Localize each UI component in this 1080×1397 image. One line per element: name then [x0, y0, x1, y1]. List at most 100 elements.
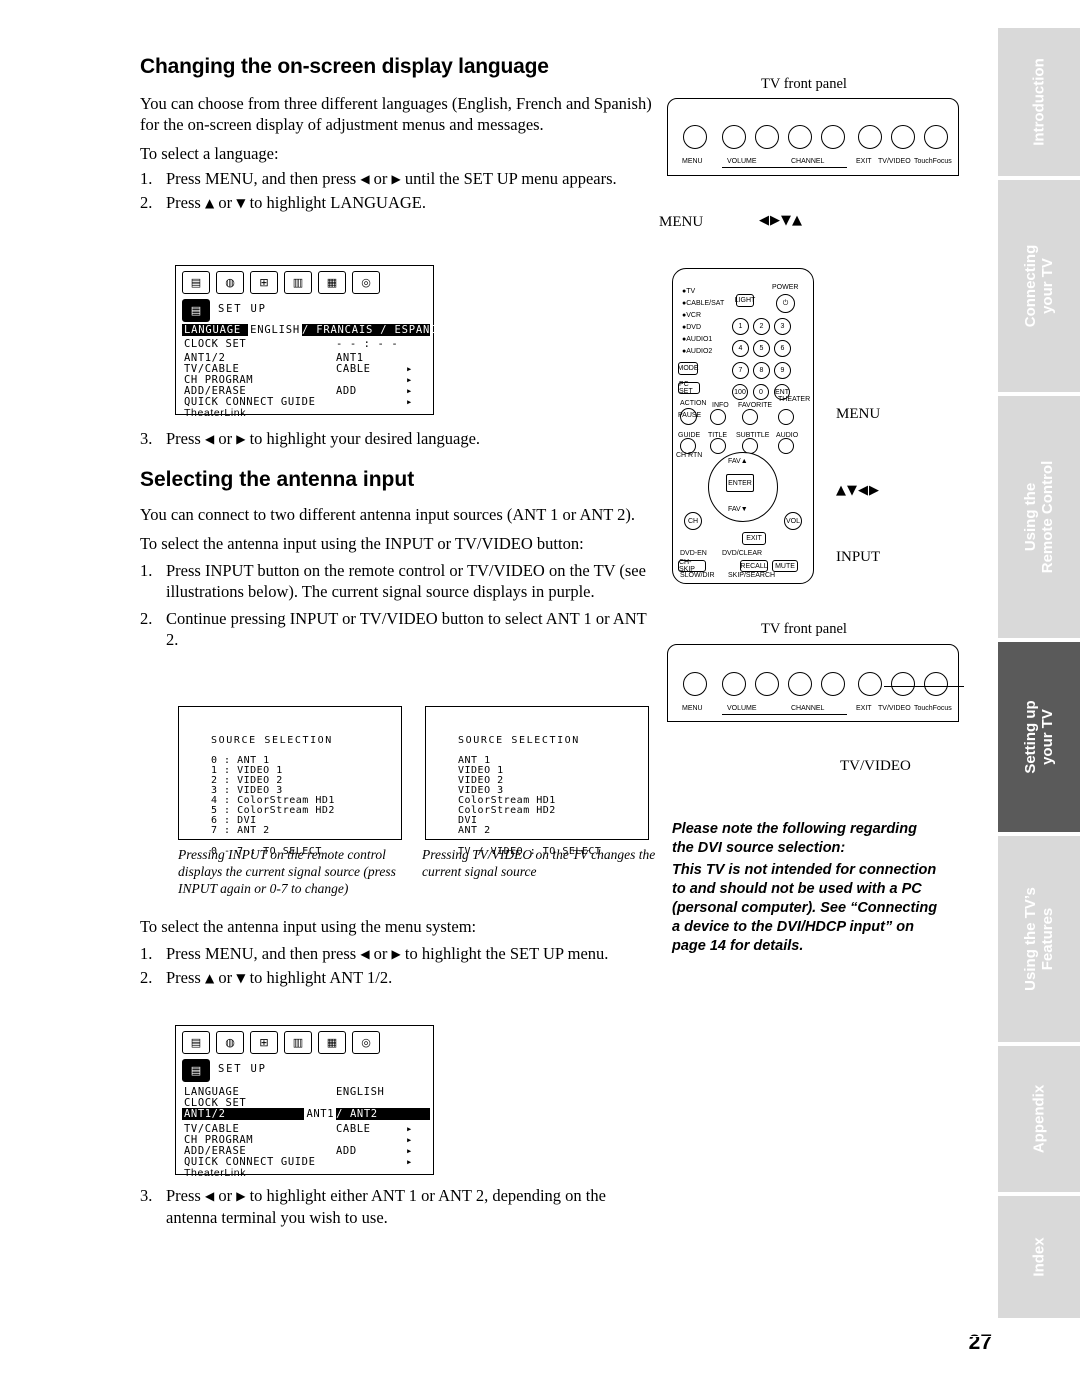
remote-arrows-label: ▲▼◀▶ [836, 483, 880, 498]
front-panel-knob[interactable] [683, 125, 707, 149]
left-text-column: Changing the on-screen display language … [140, 55, 660, 216]
audio-icon[interactable]: ◍ [216, 1031, 244, 1054]
front-panel-knob[interactable] [788, 125, 812, 149]
setup-icon[interactable]: ◎ [352, 1031, 380, 1054]
front-panel-knob[interactable] [858, 672, 882, 696]
picture-icon[interactable]: ▤ [182, 1031, 210, 1054]
osd-arrow: ▸ [406, 1156, 413, 1168]
side-tab-index[interactable]: Index [998, 1196, 1080, 1318]
remote-vol-button[interactable]: VOL [784, 512, 802, 530]
remote-key-1[interactable]: 1 [732, 318, 749, 335]
front-panel-knob[interactable] [924, 672, 948, 696]
remote-favorite-button[interactable] [742, 409, 758, 425]
side-tab-label: Appendix [1030, 1084, 1048, 1154]
remote-ch-button[interactable]: CH [684, 512, 702, 530]
remote-slowdir-label: SLOW/DIR [680, 572, 715, 579]
remote-fav-up-label: FAV▲ [728, 458, 748, 465]
feature-icon[interactable]: ⊞ [250, 271, 278, 294]
lock-icon[interactable]: ▥ [284, 271, 312, 294]
osd-row-theaterlink: TheaterLink [184, 407, 247, 419]
remote-mode-button[interactable]: MODE [678, 362, 699, 375]
side-tab-appendix[interactable]: Appendix [998, 1046, 1080, 1192]
label-tvvideo: TV/VIDEO [840, 758, 911, 774]
setup-selected-icon: ▤ [182, 1059, 210, 1082]
front-panel-divider [722, 167, 847, 168]
remote-key-5[interactable]: 5 [753, 340, 770, 357]
step-3-language-wrap: 3. Press ◀ or ▶ to highlight your desired… [140, 428, 660, 452]
remote-fav-down-label: FAV▼ [728, 506, 748, 513]
step-item: 2. Press ▲ or ▼ to highlight LANGUAGE. [140, 192, 660, 214]
step-number: 1. [140, 561, 153, 580]
remote-key-9[interactable]: 9 [774, 362, 791, 379]
front-panel-label-exit: EXIT [856, 705, 872, 712]
side-tab-connecting[interactable]: Connecting your TV [998, 180, 1080, 392]
side-tab-remote[interactable]: Using the Remote Control [998, 396, 1080, 638]
source-selection-box-right: SOURCE SELECTION ANT 1 VIDEO 1 VIDEO 2 V… [425, 706, 649, 857]
remote-pause-label: PAUSE [678, 412, 702, 419]
dvi-note: Please note the following regarding the … [672, 820, 962, 956]
lock-icon[interactable]: ▥ [284, 1031, 312, 1054]
front-panel-knob[interactable] [891, 125, 915, 149]
osd-menu-setup-language: ▤ ◍ ⊞ ▥ ▦ ◎ ▤ SET UP LANGUAGE ENGLISH / F… [175, 265, 444, 419]
remote-chskip-button[interactable]: CH-SKIP [678, 559, 706, 573]
remote-info-button[interactable] [710, 409, 726, 425]
source-box-title: SOURCE SELECTION [458, 735, 580, 746]
side-tab-setting-up[interactable]: Setting up your TV [998, 642, 1080, 832]
remote-key-2[interactable]: 2 [753, 318, 770, 335]
front-panel-knob[interactable] [821, 125, 845, 149]
remote-key-100[interactable]: 100 [732, 384, 748, 400]
remote-pcset-button[interactable]: PC SET [678, 381, 700, 395]
remote-light-button[interactable]: LIGHT [735, 294, 755, 307]
remote-theaterlink-button[interactable] [778, 409, 794, 425]
setup-icon[interactable]: ◎ [352, 271, 380, 294]
remote-key-3[interactable]: 3 [774, 318, 791, 335]
remote-power-button[interactable]: ⏻ [776, 294, 795, 313]
side-tab-introduction[interactable]: Introduction [998, 28, 1080, 176]
side-tab-label: Connecting your TV [1022, 244, 1056, 328]
front-panel-knob[interactable] [821, 672, 845, 696]
remote-key-7[interactable]: 7 [732, 362, 749, 379]
front-panel-knob[interactable] [683, 672, 707, 696]
step-text: Press ▲ or ▼ to highlight LANGUAGE. [166, 193, 427, 212]
side-tab-label: Introduction [1030, 58, 1048, 146]
front-panel-label-tvvideo: TV/VIDEO [878, 705, 911, 712]
front-panel-knob[interactable] [891, 672, 915, 696]
picture-icon[interactable]: ▤ [182, 271, 210, 294]
remote-key-4[interactable]: 4 [732, 340, 749, 357]
front-panel-knob[interactable] [858, 125, 882, 149]
remote-title-button[interactable] [710, 438, 726, 454]
label-input: INPUT [836, 549, 881, 565]
step-number: 2. [140, 968, 153, 987]
remote-mute-button[interactable]: MUTE [772, 560, 798, 572]
remote-recall-button[interactable]: RECALL [740, 560, 768, 572]
feature-icon[interactable]: ⊞ [250, 1031, 278, 1054]
front-panel-knob[interactable] [755, 125, 779, 149]
front-panel-knob[interactable] [722, 125, 746, 149]
remote-audio-button[interactable] [778, 438, 794, 454]
front-panel-knob[interactable] [755, 672, 779, 696]
remote-key-0[interactable]: 0 [753, 384, 769, 400]
front-panel-knob[interactable] [722, 672, 746, 696]
side-tab-features[interactable]: Using the TV’s Features [998, 836, 1080, 1042]
remote-theaterlink-label: THEATER [778, 396, 811, 403]
channel-icon[interactable]: ▦ [318, 271, 346, 294]
step-text: Press ◀ or ▶ to highlight either ANT 1 o… [166, 1186, 606, 1227]
front-panel-knob[interactable] [924, 125, 948, 149]
note-line: page 14 for details. [672, 938, 804, 954]
steps-antenna-3: 3. Press ◀ or ▶ to highlight either ANT 1… [140, 1185, 660, 1228]
remote-enter-button[interactable]: ENTER [726, 474, 754, 492]
note-line: This TV is not intended for connection [672, 862, 937, 878]
audio-icon[interactable]: ◍ [216, 271, 244, 294]
remote-key-8[interactable]: 8 [753, 362, 770, 379]
channel-icon[interactable]: ▦ [318, 1031, 346, 1054]
front-panel-label-exit: EXIT [856, 158, 872, 165]
label-menu-top: MENU [659, 214, 704, 230]
step-text: Continue pressing INPUT or TV/VIDEO butt… [166, 609, 647, 649]
front-panel-knob[interactable] [788, 672, 812, 696]
remote-source-audio2: ●AUDIO2 [682, 348, 713, 355]
remote-key-6[interactable]: 6 [774, 340, 791, 357]
side-tabs: Introduction Connecting your TV Using the… [998, 28, 1080, 1318]
label-menu-remote: MENU [836, 406, 881, 422]
remote-exit-button[interactable]: EXIT [742, 532, 766, 545]
steps-language: 1. Press MENU, and then press ◀ or ▶ unti… [140, 168, 660, 214]
